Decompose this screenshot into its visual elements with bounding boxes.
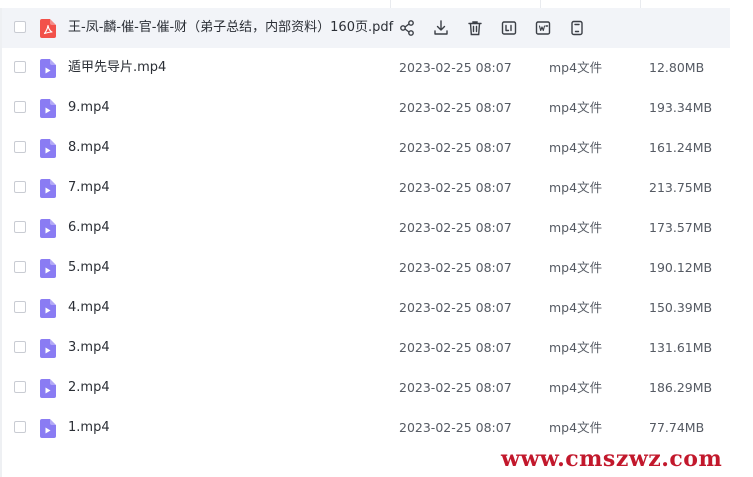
file-name[interactable]: 4.mp4 <box>68 288 110 328</box>
delete-icon[interactable] <box>466 19 484 37</box>
file-type: mp4文件 <box>549 260 603 275</box>
row-checkbox[interactable] <box>14 181 26 193</box>
video-file-icon <box>40 339 56 358</box>
file-date: 2023-02-25 08:07 <box>399 140 512 155</box>
file-type: mp4文件 <box>549 180 603 195</box>
row-checkbox[interactable] <box>14 261 26 273</box>
video-file-icon <box>40 299 56 318</box>
row-checkbox[interactable] <box>14 141 26 153</box>
file-date: 2023-02-25 08:07 <box>399 180 512 195</box>
file-type: mp4文件 <box>549 140 603 155</box>
word-convert-icon[interactable] <box>534 19 552 37</box>
file-name[interactable]: 2.mp4 <box>68 368 110 408</box>
file-size: 186.29MB <box>649 380 713 395</box>
file-name[interactable]: 王-凤-麟-催-官-催-财（弟子总结，内部资料）160页.pdf <box>68 8 393 48</box>
share-icon[interactable] <box>398 19 416 37</box>
file-name[interactable]: 9.mp4 <box>68 88 110 128</box>
file-type: mp4文件 <box>549 100 603 115</box>
file-size: 131.61MB <box>649 340 713 355</box>
file-size: 150.39MB <box>649 300 713 315</box>
pdf-file-icon <box>40 19 56 38</box>
row-checkbox[interactable] <box>14 301 26 313</box>
column-divider[interactable] <box>640 0 641 8</box>
file-size: 77.74MB <box>649 420 705 435</box>
file-name[interactable]: 5.mp4 <box>68 248 110 288</box>
file-row[interactable]: 王-凤-麟-催-官-催-财（弟子总结，内部资料）160页.pdf <box>2 8 730 48</box>
file-row[interactable]: 8.mp4 2023-02-25 08:07 mp4文件 161.24MB <box>2 128 753 168</box>
file-row[interactable]: 5.mp4 2023-02-25 08:07 mp4文件 190.12MB <box>2 248 753 288</box>
row-checkbox[interactable] <box>14 21 26 33</box>
file-type: mp4文件 <box>549 420 603 435</box>
file-row[interactable]: 7.mp4 2023-02-25 08:07 mp4文件 213.75MB <box>2 168 753 208</box>
video-file-icon <box>40 139 56 158</box>
file-row[interactable]: 9.mp4 2023-02-25 08:07 mp4文件 193.34MB <box>2 88 753 128</box>
watermark-text: www.cmszwz.com <box>501 446 723 472</box>
file-row[interactable]: 4.mp4 2023-02-25 08:07 mp4文件 150.39MB <box>2 288 753 328</box>
row-checkbox[interactable] <box>14 421 26 433</box>
file-date: 2023-02-25 08:07 <box>399 260 512 275</box>
file-name[interactable]: 7.mp4 <box>68 168 110 208</box>
video-file-icon <box>40 219 56 238</box>
file-name[interactable]: 3.mp4 <box>68 328 110 368</box>
file-size: 12.80MB <box>649 60 705 75</box>
file-type: mp4文件 <box>549 380 603 395</box>
column-divider[interactable] <box>390 0 391 8</box>
row-checkbox[interactable] <box>14 101 26 113</box>
file-row[interactable]: 6.mp4 2023-02-25 08:07 mp4文件 173.57MB <box>2 208 753 248</box>
file-name[interactable]: 1.mp4 <box>68 408 110 448</box>
file-date: 2023-02-25 08:07 <box>399 60 512 75</box>
video-file-icon <box>40 379 56 398</box>
column-divider[interactable] <box>540 0 541 8</box>
video-file-icon <box>40 59 56 78</box>
table-header-edge <box>0 0 753 8</box>
file-row[interactable]: 1.mp4 2023-02-25 08:07 mp4文件 77.74MB <box>2 408 753 448</box>
file-date: 2023-02-25 08:07 <box>399 420 512 435</box>
file-type: mp4文件 <box>549 220 603 235</box>
file-size: 193.34MB <box>649 100 713 115</box>
row-checkbox[interactable] <box>14 381 26 393</box>
file-row[interactable]: 2.mp4 2023-02-25 08:07 mp4文件 186.29MB <box>2 368 753 408</box>
file-date: 2023-02-25 08:07 <box>399 300 512 315</box>
rename-icon[interactable] <box>500 19 518 37</box>
file-name[interactable]: 遁甲先导片.mp4 <box>68 48 166 88</box>
file-date: 2023-02-25 08:07 <box>399 340 512 355</box>
file-date: 2023-02-25 08:07 <box>399 380 512 395</box>
file-row[interactable]: 遁甲先导片.mp4 2023-02-25 08:07 mp4文件 12.80MB <box>2 48 753 88</box>
row-checkbox[interactable] <box>14 61 26 73</box>
file-name[interactable]: 8.mp4 <box>68 128 110 168</box>
file-type: mp4文件 <box>549 340 603 355</box>
file-type: mp4文件 <box>549 300 603 315</box>
row-checkbox[interactable] <box>14 221 26 233</box>
file-size: 190.12MB <box>649 260 713 275</box>
file-list: 王-凤-麟-催-官-催-财（弟子总结，内部资料）160页.pdf 遁甲先导片.mp… <box>2 8 753 448</box>
file-date: 2023-02-25 08:07 <box>399 220 512 235</box>
download-icon[interactable] <box>432 19 450 37</box>
video-file-icon <box>40 99 56 118</box>
file-date: 2023-02-25 08:07 <box>399 100 512 115</box>
file-type: mp4文件 <box>549 60 603 75</box>
file-row[interactable]: 3.mp4 2023-02-25 08:07 mp4文件 131.61MB <box>2 328 753 368</box>
file-size: 173.57MB <box>649 220 713 235</box>
row-checkbox[interactable] <box>14 341 26 353</box>
file-size: 213.75MB <box>649 180 713 195</box>
more-file-icon[interactable] <box>568 19 586 37</box>
video-file-icon <box>40 179 56 198</box>
video-file-icon <box>40 259 56 278</box>
file-name[interactable]: 6.mp4 <box>68 208 110 248</box>
file-size: 161.24MB <box>649 140 713 155</box>
video-file-icon <box>40 419 56 438</box>
